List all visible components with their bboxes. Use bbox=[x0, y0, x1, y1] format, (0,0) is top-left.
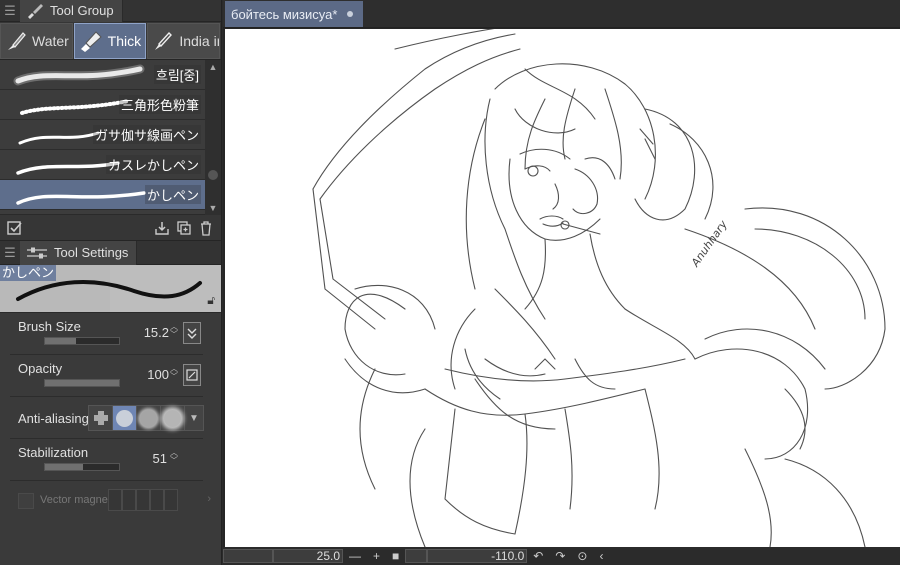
stabilization-label: Stabilization bbox=[18, 445, 89, 460]
opacity-label: Opacity bbox=[18, 361, 63, 376]
drawing-canvas[interactable]: Anuhhary bbox=[225, 29, 900, 547]
subtool-tabs: Water Thick India ink bbox=[0, 22, 221, 60]
panel-menu-icon[interactable]: ☰ bbox=[0, 3, 20, 19]
slider-fill bbox=[45, 380, 119, 386]
brush-item[interactable]: 흐림[중] bbox=[0, 60, 205, 90]
zoom-in-icon[interactable]: + bbox=[367, 549, 386, 563]
brush-list-toolbar bbox=[0, 215, 221, 241]
opacity-row: Opacity 100 ︿ ﹀ bbox=[10, 355, 203, 397]
canvas-tab-bar: бойтесь мизисуа* bbox=[223, 0, 900, 28]
brush-name: ガサ伽サ線画ペン bbox=[92, 125, 201, 144]
tool-settings-header: ☰ Tool Settings bbox=[0, 240, 221, 265]
brush-stroke-preview bbox=[16, 191, 146, 205]
rotate-left-icon[interactable]: ↶ bbox=[527, 549, 549, 563]
tab-document[interactable]: бойтесь мизисуа* bbox=[225, 1, 364, 27]
zoom-out-icon[interactable]: — bbox=[343, 549, 367, 563]
brush-name: 三角形色粉筆 bbox=[118, 95, 201, 114]
brush-list: 흐림[중] 三角形色粉筆 ガサ伽サ線画ペン カスレかしペン かしペン ▲ ▼ bbox=[0, 60, 221, 215]
vector-magnet-label: Vector magnet bbox=[40, 494, 111, 506]
lock-icon[interactable]: 🔓︎ bbox=[207, 293, 215, 308]
scroll-up-icon[interactable]: ▲ bbox=[205, 60, 221, 74]
rotation-value[interactable]: -110.0 bbox=[427, 549, 528, 563]
thick-paint-icon bbox=[80, 31, 102, 52]
spin-arrows-icon[interactable]: ︿ ﹀ bbox=[169, 323, 179, 339]
document-title: бойтесь мизисуа* bbox=[231, 6, 338, 22]
brush-item[interactable]: ガサ伽サ線画ペン bbox=[0, 120, 205, 150]
tab-tool-settings[interactable]: Tool Settings bbox=[20, 240, 138, 265]
tool-group-header: ☰ Tool Group bbox=[0, 0, 221, 22]
anti-aliasing-selector: ▼ bbox=[88, 405, 204, 431]
brush-size-row: Brush Size 15.2 ︿ ﹀ bbox=[10, 313, 203, 355]
spin-arrows-icon[interactable]: ︿ ﹀ bbox=[169, 449, 179, 465]
brush-item[interactable]: 三角形色粉筆 bbox=[0, 90, 205, 120]
aa-medium-button[interactable] bbox=[137, 406, 161, 430]
brush-list-scrollbar[interactable]: ▲ ▼ bbox=[205, 60, 221, 215]
zoom-value[interactable]: 25.0 bbox=[273, 549, 343, 563]
watercolor-pen-icon bbox=[8, 32, 26, 50]
subtool-label: Thick bbox=[107, 33, 142, 49]
opacity-slider[interactable] bbox=[44, 379, 120, 387]
slider-fill bbox=[45, 338, 77, 344]
spin-arrows-icon[interactable]: ︿ ﹀ bbox=[169, 365, 179, 381]
tab-tool-group[interactable]: Tool Group bbox=[20, 0, 123, 22]
brush-item-selected[interactable]: かしペン bbox=[0, 180, 205, 210]
brush-size-value[interactable]: 15.2 bbox=[144, 325, 169, 340]
ink-pen-icon bbox=[155, 31, 173, 50]
panel-menu-icon[interactable]: ☰ bbox=[0, 245, 20, 261]
opacity-value[interactable]: 100 bbox=[147, 367, 169, 382]
subtool-label: Water bbox=[32, 33, 69, 49]
duplicate-subtool-icon[interactable] bbox=[173, 217, 195, 239]
import-subtool-icon[interactable] bbox=[151, 217, 173, 239]
brush-item[interactable]: カスレかしペン bbox=[0, 150, 205, 180]
stabilization-row: Stabilization 51 ︿ ﹀ bbox=[10, 439, 203, 481]
aa-strong-button[interactable] bbox=[161, 406, 185, 430]
vector-magnet-checkbox[interactable] bbox=[18, 493, 34, 509]
slider-fill bbox=[45, 464, 83, 470]
pressure-toggle-button[interactable] bbox=[183, 322, 201, 344]
chevron-right-icon[interactable]: › bbox=[207, 493, 211, 505]
stabilization-slider[interactable] bbox=[44, 463, 120, 471]
anti-aliasing-row: Anti-aliasing ▼ bbox=[10, 397, 204, 439]
close-tab-icon[interactable] bbox=[347, 11, 354, 17]
rotate-right-icon[interactable]: ↷ bbox=[549, 549, 571, 563]
sketch-drawing: Anuhhary bbox=[312, 29, 886, 547]
reset-rotation-icon[interactable]: ⊙ bbox=[571, 549, 593, 563]
tab-subtool-water[interactable]: Water bbox=[0, 23, 73, 59]
brush-size-slider[interactable] bbox=[44, 337, 120, 345]
brush-preview: かしペン 🔓︎ bbox=[0, 265, 221, 313]
opacity-pressure-button[interactable] bbox=[183, 364, 201, 386]
vector-magnet-levels[interactable] bbox=[108, 489, 178, 511]
tab-subtool-thick[interactable]: Thick bbox=[73, 23, 147, 59]
preview-stroke bbox=[16, 279, 202, 301]
chevron-left-icon[interactable]: ‹ bbox=[593, 549, 609, 563]
rotate-slider-left[interactable] bbox=[405, 549, 428, 563]
aa-none-button[interactable] bbox=[89, 406, 113, 430]
sliders-icon bbox=[27, 247, 47, 258]
stabilization-value[interactable]: 51 bbox=[153, 451, 167, 466]
chevron-down-icon[interactable]: ▼ bbox=[185, 406, 203, 430]
tool-settings-title: Tool Settings bbox=[54, 245, 129, 260]
aa-weak-button[interactable] bbox=[113, 406, 137, 430]
tab-subtool-india-ink[interactable]: India ink bbox=[147, 23, 221, 59]
zoom-slider[interactable] bbox=[223, 549, 273, 563]
left-panel: ☰ Tool Group Water Thick India i 흐림[중] 三… bbox=[0, 0, 222, 565]
brush-name: カスレかしペン bbox=[105, 155, 201, 174]
brush-size-label: Brush Size bbox=[18, 319, 81, 334]
brush-stroke-preview bbox=[13, 64, 145, 86]
anti-aliasing-label: Anti-aliasing bbox=[18, 411, 89, 426]
scroll-down-icon[interactable]: ▼ bbox=[205, 201, 221, 215]
vector-magnet-row: Vector magnet › bbox=[10, 481, 211, 521]
brush-name: 흐림[중] bbox=[153, 65, 201, 84]
fit-screen-icon[interactable]: ■ bbox=[386, 549, 405, 563]
status-bar: 25.0 — + ■ -110.0 ↶ ↷ ⊙ ‹ bbox=[223, 547, 900, 565]
tool-group-title: Tool Group bbox=[50, 3, 114, 18]
subtool-label: India ink bbox=[179, 33, 219, 49]
brush-icon bbox=[28, 3, 43, 19]
subtool-settings-icon[interactable] bbox=[4, 217, 26, 239]
scroll-thumb[interactable] bbox=[208, 170, 218, 180]
delete-subtool-icon[interactable] bbox=[195, 217, 217, 239]
canvas-area: бойтесь мизисуа* Anuhhary 25.0 — + ■ -11… bbox=[223, 0, 900, 565]
brush-name: かしペン bbox=[144, 185, 201, 204]
